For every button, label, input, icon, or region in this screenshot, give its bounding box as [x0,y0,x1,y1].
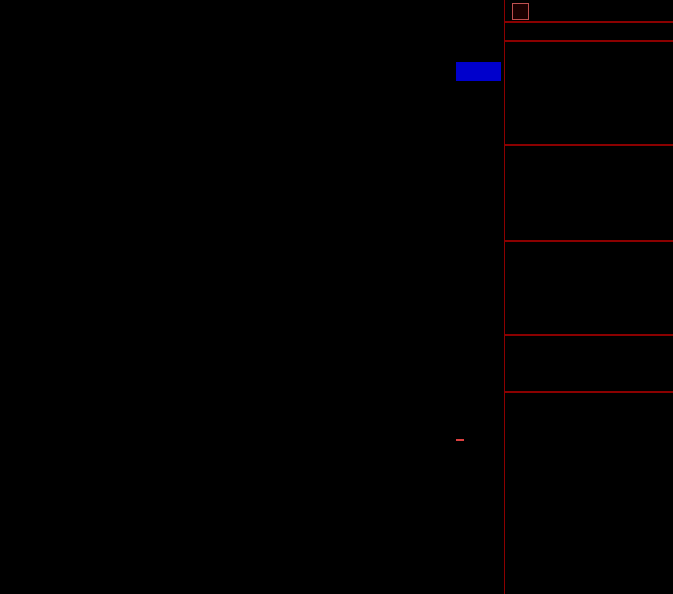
quote-panel [504,0,673,594]
divider [505,240,673,242]
panel-header[interactable] [505,0,673,21]
commission-row [505,23,673,40]
logo-l-icon [512,3,529,20]
divider [505,144,673,146]
divider [505,40,673,42]
divider [505,391,673,393]
stock-app-window [0,0,673,594]
candlestick-chart[interactable] [0,0,505,594]
divider [505,334,673,336]
